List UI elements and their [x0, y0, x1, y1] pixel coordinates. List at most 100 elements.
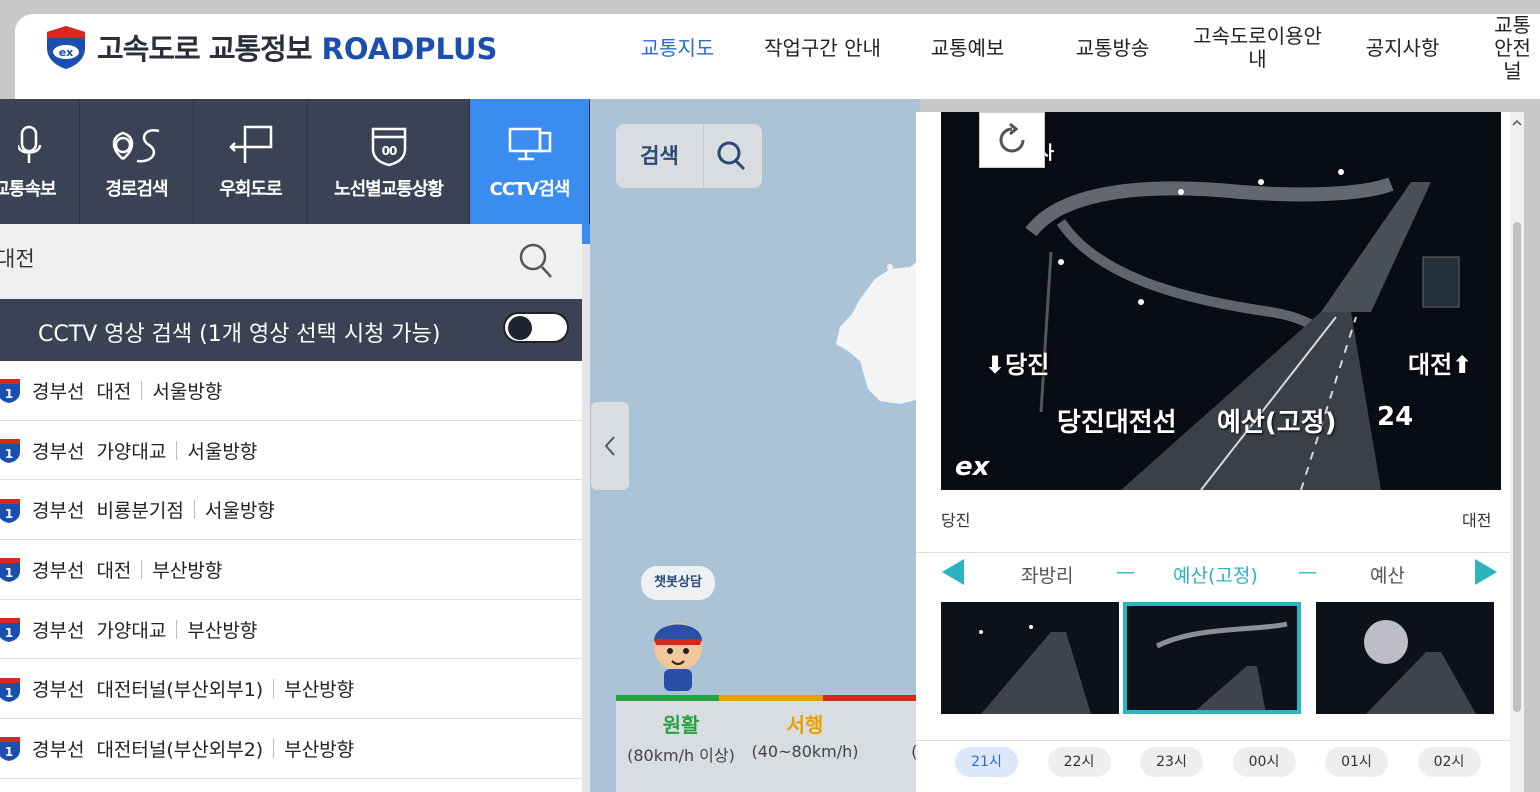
tab-detour[interactable]: 우회도로: [194, 99, 308, 224]
legend-color-bar: [719, 695, 823, 701]
category-tabs: 교통속보 경로검색 우회도로 00 노선별교통상황 CCTV검색: [0, 99, 590, 224]
list-place: 대전터널(부산외부2): [96, 738, 264, 761]
list-place: 비룡분기점: [96, 500, 184, 523]
cctv-viewer-panel: 지사 ⬇당진 대전⬆ 당진대전선 예산(고정) 24 ex 당진 대전 좌방리 …: [916, 112, 1524, 792]
nav-usage-guide[interactable]: 고속도로이용안내: [1185, 14, 1330, 82]
scrollbar-thumb[interactable]: [1513, 222, 1521, 712]
list-item[interactable]: 1 경부선 가양대교 부산방향: [0, 600, 582, 660]
legend-item: 원활 (80km/h 이상): [626, 709, 736, 766]
legend-bars: [616, 695, 920, 701]
nav-traffic-map[interactable]: 교통지도: [605, 14, 750, 82]
thumbnail-current[interactable]: [1123, 602, 1301, 714]
list-direction: 부산방향: [284, 679, 355, 702]
next-camera-arrow-icon[interactable]: [1471, 557, 1499, 587]
route-shield-icon: 1: [0, 498, 20, 523]
legend-item: 서행 (40~80km/h): [750, 709, 860, 761]
list-item[interactable]: 1 경부선 대전터널(부산외부2) 부산방향: [0, 719, 582, 779]
map-search-label: 검색: [616, 124, 704, 188]
svg-text:1: 1: [5, 745, 13, 759]
logo[interactable]: ex 고속도로 교통정보 ROADPLUS: [43, 24, 497, 70]
thumbnail-prev[interactable]: [941, 602, 1119, 714]
nav-forecast[interactable]: 교통예보: [895, 14, 1040, 82]
nav-notice[interactable]: 공지사항: [1330, 14, 1475, 82]
list-place: 가양대교: [96, 440, 167, 463]
list-line: 경부선: [32, 380, 85, 403]
legend-range: (80km/h 이상): [627, 746, 735, 765]
cam-left-direction: ⬇당진: [985, 351, 1050, 379]
list-scrollbar[interactable]: [582, 224, 590, 792]
legend-color-bar: [822, 695, 920, 701]
tab-route-status[interactable]: 00 노선별교통상황: [308, 99, 470, 224]
main-nav: 교통지도 작업구간 안내 교통예보 교통방송 고속도로이용안내 공지사항 교통안…: [605, 14, 1540, 84]
prev-camera-arrow-icon[interactable]: [940, 557, 968, 587]
cctv-video-bar: CCTV 영상 검색 (1개 영상 선택 시청 가능): [0, 299, 582, 361]
svg-text:1: 1: [5, 447, 13, 461]
list-line: 경부선: [32, 619, 85, 642]
list-divider: [273, 679, 275, 699]
tab-cctv-search[interactable]: CCTV검색: [470, 99, 590, 224]
list-line: 경부선: [32, 559, 85, 582]
list-item[interactable]: 1 경부선 가양대교 서울방향: [0, 421, 582, 481]
cctv-search-input[interactable]: [0, 246, 476, 270]
scroll-up-icon[interactable]: [1510, 116, 1524, 130]
list-item[interactable]: 1 경부선 대전 서울방향: [0, 361, 582, 421]
search-icon[interactable]: [518, 242, 554, 280]
cctv-list: 1 경부선 대전 서울방향 1 경부선 가양대교 서울방향 1 경부선 비룡분기점 서울방향 1 경부선 대…: [0, 361, 582, 779]
cam-sub-right: 대전: [1462, 511, 1492, 530]
cctv-bar-label: CCTV 영상 검색 (1개 영상 선택 시청 가능): [38, 322, 441, 347]
current-camera-label: 예산(고정): [1173, 565, 1258, 587]
thumbnail-scene: [941, 602, 1119, 714]
time-chip[interactable]: 22시: [1047, 747, 1111, 777]
legend-range: (40~80km/h): [751, 742, 859, 761]
panel-scrollbar[interactable]: [1510, 112, 1524, 792]
time-chip[interactable]: 02시: [1417, 747, 1481, 777]
nav-safety[interactable]: 교통안전 널: [1475, 14, 1540, 82]
collapse-panel-button[interactable]: [591, 402, 629, 490]
traffic-map[interactable]: 검색 챗봇상담 원활 (80km/h 이상) 서행 (40~80km/h) 정 (40k: [590, 99, 920, 792]
list-line: 경부선: [32, 440, 85, 463]
time-chip[interactable]: 00시: [1232, 747, 1296, 777]
tab-traffic-news[interactable]: 교통속보: [0, 99, 80, 224]
list-item[interactable]: 1 경부선 대전 부산방향: [0, 540, 582, 600]
cam-brand: ex: [955, 452, 990, 482]
refresh-button[interactable]: [979, 112, 1045, 168]
time-chip[interactable]: 01시: [1325, 747, 1388, 777]
refresh-icon: [999, 122, 1025, 153]
route-shield-icon: 1: [0, 379, 20, 404]
scrollbar-thumb[interactable]: [582, 224, 590, 244]
chatbot-label: 챗봇상담: [641, 566, 715, 600]
tab-label: 교통속보: [0, 178, 57, 200]
cam-sub-left: 당진: [941, 511, 971, 530]
list-direction: 부산방향: [187, 619, 258, 642]
list-direction: 서울방향: [187, 440, 258, 463]
nav-dash: —: [1116, 561, 1135, 583]
list-direction: 부산방향: [284, 738, 355, 761]
list-item[interactable]: 1 경부선 비룡분기점 서울방향: [0, 480, 582, 541]
list-place: 대전터널(부산외부1): [96, 679, 264, 702]
nav-work-zone[interactable]: 작업구간 안내: [750, 14, 895, 82]
monitor-icon: [508, 127, 551, 160]
next-camera-label[interactable]: 예산: [1370, 561, 1405, 588]
nav-broadcast[interactable]: 교통방송: [1040, 14, 1185, 82]
list-place: 대전: [96, 380, 132, 403]
list-divider: [193, 500, 195, 520]
map-search-button[interactable]: 검색: [616, 124, 762, 188]
tab-route-search[interactable]: 경로검색: [80, 99, 194, 224]
time-chip[interactable]: 23시: [1140, 747, 1203, 777]
svg-text:1: 1: [5, 626, 13, 640]
list-item[interactable]: 1 경부선 대전터널(부산외부1) 부산방향: [0, 659, 582, 720]
thumbnail-next[interactable]: [1316, 602, 1494, 714]
list-divider: [141, 559, 143, 579]
legend-label: 원활: [662, 713, 700, 737]
route-shield-icon: 1: [0, 677, 20, 702]
mascot-icon: [654, 623, 702, 691]
cam-right-direction: 대전⬆: [1408, 351, 1473, 379]
cctv-video[interactable]: 지사 ⬇당진 대전⬆ 당진대전선 예산(고정) 24 ex: [941, 112, 1501, 490]
prev-camera-label[interactable]: 좌방리: [1021, 561, 1073, 588]
search-icon: [717, 141, 746, 171]
cctv-toggle[interactable]: [503, 312, 569, 343]
time-chip[interactable]: 21시: [955, 747, 1018, 777]
chatbot-button[interactable]: 챗봇상담: [638, 561, 718, 691]
legend-label: 정: [874, 709, 921, 738]
camera-thumbnails: [940, 602, 1500, 714]
